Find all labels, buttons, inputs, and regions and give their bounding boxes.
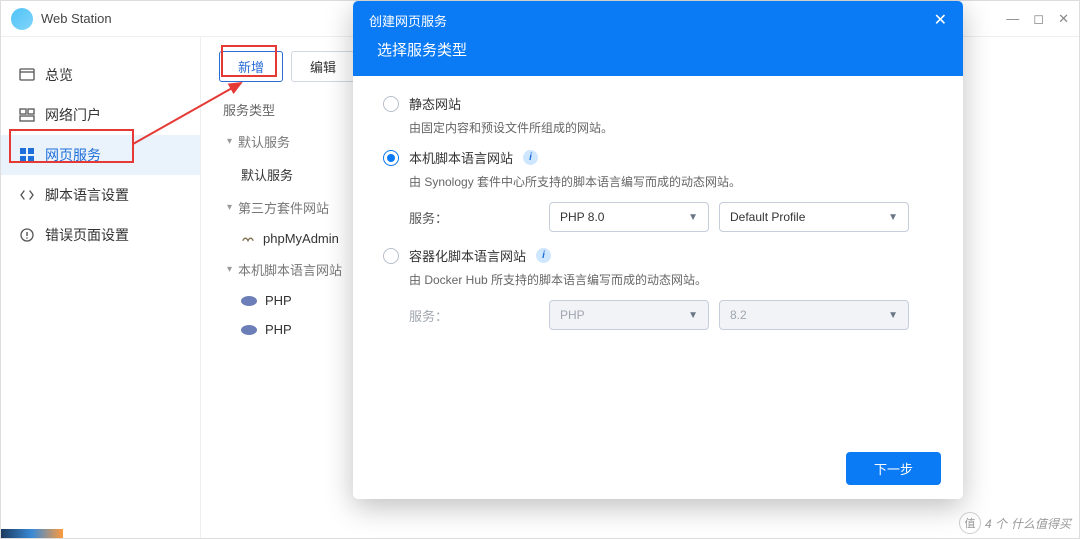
close-icon[interactable]: ✕	[934, 10, 947, 30]
phpmyadmin-icon	[241, 232, 255, 246]
sidebar-item-script[interactable]: 脚本语言设置	[1, 175, 200, 215]
option-title: 容器化脚本语言网站	[409, 246, 526, 265]
service-select[interactable]: PHP 8.0 ▼	[549, 202, 709, 232]
php-icon	[241, 296, 257, 306]
portal-icon	[19, 107, 35, 123]
profile-value: Default Profile	[730, 210, 805, 224]
option-desc: 由 Docker Hub 所支持的脚本语言编写而成的动态网站。	[409, 271, 933, 288]
option-container-script[interactable]: 容器化脚本语言网站 i 由 Docker Hub 所支持的脚本语言编写而成的动态…	[383, 246, 933, 330]
caret-down-icon: ▼	[888, 212, 898, 223]
caret-down-icon: ▼	[688, 310, 698, 321]
info-icon[interactable]: i	[536, 248, 551, 263]
app-logo-icon	[11, 8, 33, 30]
app-window: Web Station — ◻ ✕ 总览 网络门户 网页服务 脚本语言设置	[0, 0, 1080, 539]
radio-container-script[interactable]	[383, 248, 399, 264]
caret-down-icon: ▼	[688, 212, 698, 223]
sidebar-label: 网络门户	[45, 105, 101, 125]
close-button[interactable]: ✕	[1058, 11, 1069, 27]
sidebar-label: 脚本语言设置	[45, 185, 129, 205]
create-webservice-modal: 创建网页服务 ✕ 选择服务类型 静态网站 由固定内容和预设文件所组成的网站。 本…	[353, 1, 963, 499]
error-icon	[19, 227, 35, 243]
option-title: 本机脚本语言网站	[409, 148, 513, 167]
minimize-button[interactable]: —	[1006, 11, 1019, 27]
container-version-value: 8.2	[730, 308, 747, 322]
service-label: 服务：	[409, 208, 539, 227]
sidebar-item-portal[interactable]: 网络门户	[1, 95, 200, 135]
php-icon	[241, 325, 257, 335]
overview-icon	[19, 67, 35, 83]
sidebar-item-webservice[interactable]: 网页服务	[1, 135, 200, 175]
sidebar-item-error[interactable]: 错误页面设置	[1, 215, 200, 255]
window-controls: — ◻ ✕	[1006, 11, 1069, 27]
edit-button[interactable]: 编辑	[291, 51, 355, 82]
container-service-select: PHP ▼	[549, 300, 709, 330]
taskbar-fragment	[1, 529, 63, 538]
container-service-value: PHP	[560, 308, 585, 322]
caret-down-icon: ▼	[888, 310, 898, 321]
chevron-down-icon: ▾	[227, 264, 232, 275]
modal-header: 创建网页服务 ✕	[353, 1, 963, 39]
modal-title: 选择服务类型	[353, 39, 963, 76]
watermark: 值 4 个 什么值得买	[959, 512, 1071, 534]
script-icon	[19, 187, 35, 203]
option-static[interactable]: 静态网站 由固定内容和预设文件所组成的网站。	[383, 94, 933, 136]
radio-native-script[interactable]	[383, 150, 399, 166]
chevron-down-icon: ▾	[227, 136, 232, 147]
sidebar-label: 总览	[45, 65, 73, 85]
maximize-button[interactable]: ◻	[1033, 11, 1044, 27]
container-version-select: 8.2 ▼	[719, 300, 909, 330]
app-title: Web Station	[41, 11, 112, 26]
option-title: 静态网站	[409, 94, 461, 113]
add-button[interactable]: 新增	[219, 51, 283, 82]
option-desc: 由固定内容和预设文件所组成的网站。	[409, 119, 933, 136]
sidebar-label: 网页服务	[45, 145, 101, 165]
info-icon[interactable]: i	[523, 150, 538, 165]
watermark-icon: 值	[959, 512, 981, 534]
modal-body: 静态网站 由固定内容和预设文件所组成的网站。 本机脚本语言网站 i 由 Syno…	[353, 76, 963, 330]
service-label: 服务：	[409, 306, 539, 325]
radio-static[interactable]	[383, 96, 399, 112]
chevron-down-icon: ▾	[227, 202, 232, 213]
profile-select[interactable]: Default Profile ▼	[719, 202, 909, 232]
sidebar: 总览 网络门户 网页服务 脚本语言设置 错误页面设置	[1, 37, 201, 538]
next-button[interactable]: 下一步	[846, 452, 941, 485]
modal-header-title: 创建网页服务	[369, 11, 447, 30]
service-value: PHP 8.0	[560, 210, 604, 224]
option-native-script[interactable]: 本机脚本语言网站 i 由 Synology 套件中心所支持的脚本语言编写而成的动…	[383, 148, 933, 232]
webservice-icon	[19, 147, 35, 163]
sidebar-item-overview[interactable]: 总览	[1, 55, 200, 95]
sidebar-label: 错误页面设置	[45, 225, 129, 245]
option-desc: 由 Synology 套件中心所支持的脚本语言编写而成的动态网站。	[409, 173, 933, 190]
